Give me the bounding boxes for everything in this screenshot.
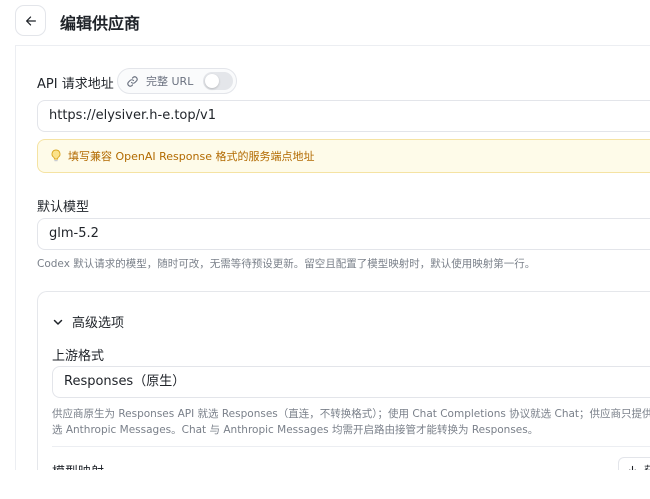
section-divider — [52, 446, 650, 447]
chevron-down-icon — [53, 319, 63, 325]
lightbulb-icon — [51, 149, 61, 162]
model-mapping-fetch-button[interactable]: 获 — [618, 457, 650, 470]
edit-provider-page: 编辑供应商 API 请求地址 完整 URL https://elysiver.h… — [0, 0, 650, 499]
upstream-format-help-line2: 选 Anthropic Messages。Chat 与 Anthropic Me… — [52, 424, 539, 436]
advanced-options-panel: 高级选项 上游格式 Responses（原生） 供应商原生为 Responses… — [37, 291, 650, 470]
form-scroll-area[interactable]: API 请求地址 完整 URL https://elysiver.h-e.top… — [15, 45, 650, 470]
switch-knob — [205, 74, 219, 88]
link-icon — [127, 75, 138, 87]
default-model-input[interactable]: glm-5.2 — [37, 218, 650, 250]
full-url-switch[interactable] — [203, 72, 233, 90]
page-title: 编辑供应商 — [60, 14, 141, 33]
api-url-hint: 填写兼容 OpenAI Response 格式的服务端点地址 — [37, 139, 650, 173]
upstream-format-select[interactable]: Responses（原生） — [52, 366, 650, 398]
arrow-left-icon — [25, 15, 36, 26]
advanced-options-toggle[interactable]: 高级选项 — [52, 312, 124, 331]
default-model-help: Codex 默认请求的模型，随时可改，无需等待预设更新。留空且配置了模型映射时，… — [37, 258, 536, 270]
full-url-toggle[interactable]: 完整 URL — [117, 68, 237, 94]
default-model-label: 默认模型 — [37, 200, 90, 215]
model-mapping-label: 模型映射 — [52, 461, 104, 470]
upstream-format-label: 上游格式 — [52, 349, 105, 364]
api-url-hint-text: 填写兼容 OpenAI Response 格式的服务端点地址 — [68, 150, 315, 163]
upstream-format-help-line1: 供应商原生为 Responses API 就选 Responses（直连，不转换… — [52, 408, 650, 420]
download-icon — [629, 465, 636, 470]
advanced-options-title: 高级选项 — [72, 316, 125, 331]
model-mapping-fetch-label: 获 — [644, 462, 650, 470]
full-url-toggle-label: 完整 URL — [146, 75, 194, 88]
back-button[interactable] — [15, 5, 46, 36]
api-url-input[interactable]: https://elysiver.h-e.top/v1 — [37, 100, 650, 132]
page-header: 编辑供应商 — [0, 0, 650, 40]
api-url-label: API 请求地址 — [37, 77, 114, 92]
